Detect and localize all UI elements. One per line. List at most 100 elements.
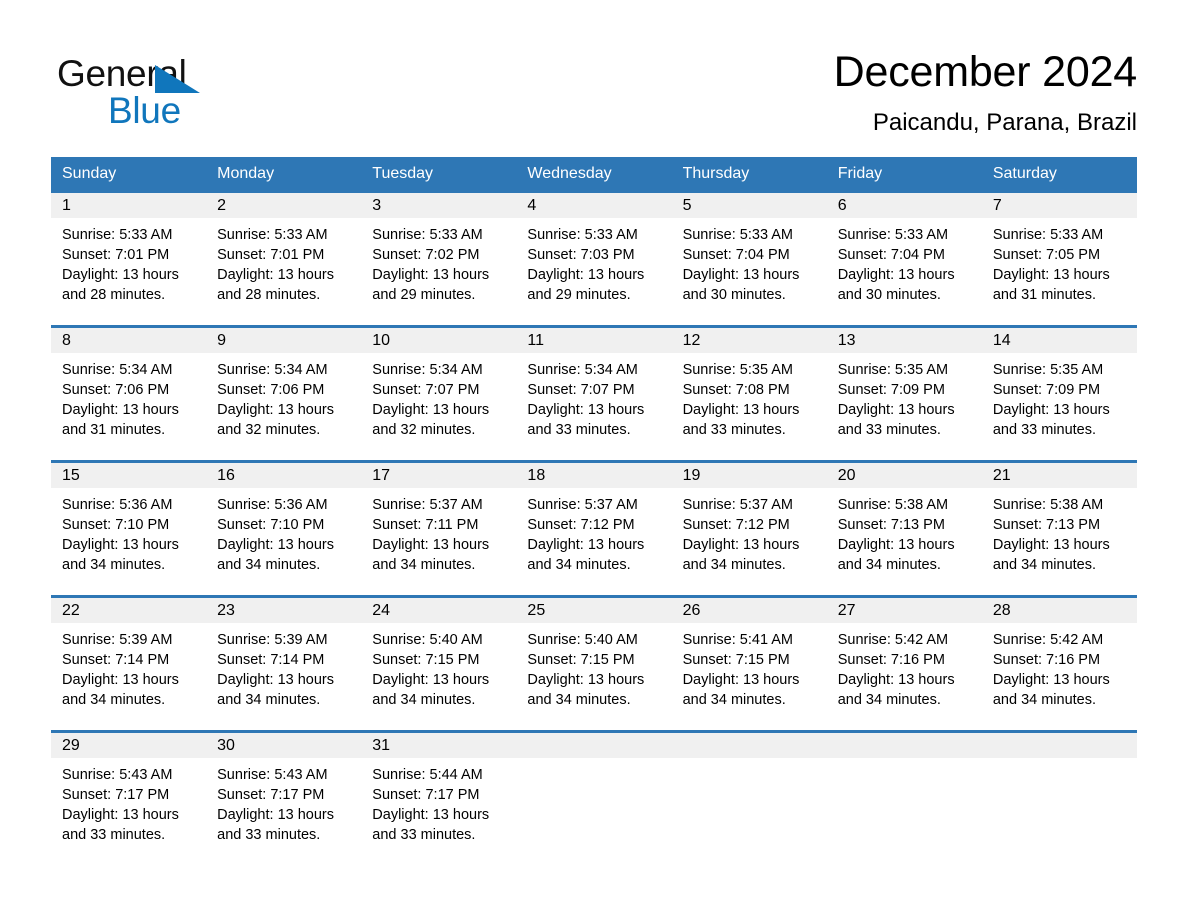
daylight-text-line1: Daylight: 13 hours — [217, 537, 335, 553]
sunrise-text: Sunrise: 5:37 AM — [527, 497, 638, 513]
day-number: 6 — [826, 193, 982, 218]
day-cell[interactable]: 19 Sunrise: 5:37 AM Sunset: 7:12 PM Dayl… — [671, 463, 827, 595]
day-cell[interactable]: 24 Sunrise: 5:40 AM Sunset: 7:15 PM Dayl… — [361, 598, 517, 730]
daylight-text-line2: and 34 minutes. — [837, 557, 941, 573]
sunset-text: Sunset: 7:13 PM — [992, 517, 1101, 533]
day-cell[interactable]: 1 Sunrise: 5:33 AM Sunset: 7:01 PM Dayli… — [51, 193, 207, 325]
sunset-text: Sunset: 7:12 PM — [682, 517, 790, 533]
day-cell[interactable]: 17 Sunrise: 5:37 AM Sunset: 7:11 PM Dayl… — [361, 463, 517, 595]
day-number: 10 — [361, 328, 517, 353]
daylight-text-line1: Daylight: 13 hours — [527, 402, 645, 418]
day-details: Sunrise: 5:43 AM Sunset: 7:17 PM Dayligh… — [206, 758, 361, 845]
day-details: Sunrise: 5:34 AM Sunset: 7:07 PM Dayligh… — [361, 353, 516, 440]
day-cell[interactable]: 23 Sunrise: 5:39 AM Sunset: 7:14 PM Dayl… — [206, 598, 362, 730]
sunset-text: Sunset: 7:08 PM — [682, 382, 790, 398]
logo-triangle-icon — [155, 65, 200, 93]
daylight-text-line2: and 28 minutes. — [217, 287, 321, 303]
general-blue-logo: General Blue — [57, 54, 257, 131]
sunset-text: Sunset: 7:05 PM — [992, 247, 1101, 263]
day-details: Sunrise: 5:35 AM Sunset: 7:09 PM Dayligh… — [982, 353, 1137, 440]
day-cell[interactable]: 27 Sunrise: 5:42 AM Sunset: 7:16 PM Dayl… — [826, 598, 982, 730]
day-cell[interactable]: 29 Sunrise: 5:43 AM Sunset: 7:17 PM Dayl… — [51, 733, 207, 865]
day-details: Sunrise: 5:41 AM Sunset: 7:15 PM Dayligh… — [672, 623, 827, 710]
day-details: Sunrise: 5:33 AM Sunset: 7:02 PM Dayligh… — [361, 218, 516, 305]
daylight-text-line1: Daylight: 13 hours — [527, 672, 645, 688]
day-cell[interactable]: 12 Sunrise: 5:35 AM Sunset: 7:08 PM Dayl… — [671, 328, 827, 460]
daylight-text-line1: Daylight: 13 hours — [837, 267, 955, 283]
day-number: 19 — [671, 463, 827, 488]
day-cell[interactable]: 10 Sunrise: 5:34 AM Sunset: 7:07 PM Dayl… — [361, 328, 517, 460]
day-number: 26 — [671, 598, 827, 623]
day-cell[interactable]: 5 Sunrise: 5:33 AM Sunset: 7:04 PM Dayli… — [671, 193, 827, 325]
day-number: 7 — [981, 193, 1137, 218]
day-details: Sunrise: 5:34 AM Sunset: 7:06 PM Dayligh… — [51, 353, 206, 440]
day-details: Sunrise: 5:38 AM Sunset: 7:13 PM Dayligh… — [982, 488, 1137, 575]
sunrise-text: Sunrise: 5:33 AM — [372, 227, 483, 243]
day-details: Sunrise: 5:42 AM Sunset: 7:16 PM Dayligh… — [982, 623, 1137, 710]
sunset-text: Sunset: 7:03 PM — [527, 247, 635, 263]
day-number: 15 — [51, 463, 207, 488]
day-details: Sunrise: 5:38 AM Sunset: 7:13 PM Dayligh… — [827, 488, 982, 575]
day-cell[interactable]: 26 Sunrise: 5:41 AM Sunset: 7:15 PM Dayl… — [671, 598, 827, 730]
weekday-wednesday: Wednesday — [527, 165, 612, 182]
sunset-text: Sunset: 7:01 PM — [217, 247, 325, 263]
day-cell[interactable]: 18 Sunrise: 5:37 AM Sunset: 7:12 PM Dayl… — [516, 463, 672, 595]
day-cell[interactable]: 2 Sunrise: 5:33 AM Sunset: 7:01 PM Dayli… — [206, 193, 362, 325]
daylight-text-line1: Daylight: 13 hours — [837, 537, 955, 553]
day-details: Sunrise: 5:35 AM Sunset: 7:09 PM Dayligh… — [827, 353, 982, 440]
day-number: 5 — [671, 193, 827, 218]
week-row: 15 Sunrise: 5:36 AM Sunset: 7:10 PM Dayl… — [51, 460, 1137, 595]
day-cell[interactable]: 8 Sunrise: 5:34 AM Sunset: 7:06 PM Dayli… — [51, 328, 207, 460]
day-number: 23 — [206, 598, 362, 623]
day-cell[interactable]: 22 Sunrise: 5:39 AM Sunset: 7:14 PM Dayl… — [51, 598, 207, 730]
day-details: Sunrise: 5:42 AM Sunset: 7:16 PM Dayligh… — [827, 623, 982, 710]
day-details: Sunrise: 5:34 AM Sunset: 7:07 PM Dayligh… — [516, 353, 671, 440]
day-number: 17 — [361, 463, 517, 488]
sunset-text: Sunset: 7:06 PM — [62, 382, 170, 398]
daylight-text-line1: Daylight: 13 hours — [372, 402, 490, 418]
sunset-text: Sunset: 7:15 PM — [372, 652, 480, 668]
day-number — [826, 733, 982, 758]
day-cell[interactable]: 4 Sunrise: 5:33 AM Sunset: 7:03 PM Dayli… — [516, 193, 672, 325]
day-details: Sunrise: 5:33 AM Sunset: 7:05 PM Dayligh… — [982, 218, 1137, 305]
day-cell[interactable]: 7 Sunrise: 5:33 AM Sunset: 7:05 PM Dayli… — [981, 193, 1137, 325]
sunrise-text: Sunrise: 5:33 AM — [217, 227, 328, 243]
daylight-text-line1: Daylight: 13 hours — [62, 267, 179, 283]
daylight-text-line2: and 31 minutes. — [992, 287, 1097, 303]
sunset-text: Sunset: 7:04 PM — [837, 247, 945, 263]
sunset-text: Sunset: 7:07 PM — [527, 382, 635, 398]
sunset-text: Sunset: 7:02 PM — [372, 247, 480, 263]
daylight-text-line2: and 34 minutes. — [527, 557, 631, 573]
day-details: Sunrise: 5:40 AM Sunset: 7:15 PM Dayligh… — [516, 623, 671, 710]
daylight-text-line2: and 33 minutes. — [62, 827, 166, 843]
day-cell[interactable]: 13 Sunrise: 5:35 AM Sunset: 7:09 PM Dayl… — [826, 328, 982, 460]
day-cell[interactable]: 25 Sunrise: 5:40 AM Sunset: 7:15 PM Dayl… — [516, 598, 672, 730]
day-cell[interactable]: 31 Sunrise: 5:44 AM Sunset: 7:17 PM Dayl… — [361, 733, 517, 865]
week-row: 29 Sunrise: 5:43 AM Sunset: 7:17 PM Dayl… — [51, 730, 1137, 865]
day-number: 2 — [206, 193, 362, 218]
day-cell[interactable]: 21 Sunrise: 5:38 AM Sunset: 7:13 PM Dayl… — [981, 463, 1137, 595]
day-cell[interactable]: 30 Sunrise: 5:43 AM Sunset: 7:17 PM Dayl… — [206, 733, 362, 865]
weekday-thursday: Thursday — [682, 165, 750, 182]
sunrise-text: Sunrise: 5:43 AM — [217, 767, 328, 783]
sunrise-text: Sunrise: 5:34 AM — [372, 362, 483, 378]
day-cell[interactable]: 28 Sunrise: 5:42 AM Sunset: 7:16 PM Dayl… — [981, 598, 1137, 730]
day-cell[interactable]: 11 Sunrise: 5:34 AM Sunset: 7:07 PM Dayl… — [516, 328, 672, 460]
day-cell[interactable]: 14 Sunrise: 5:35 AM Sunset: 7:09 PM Dayl… — [981, 328, 1137, 460]
sunrise-text: Sunrise: 5:33 AM — [62, 227, 173, 243]
calendar-page: General Blue December 2024 Paicandu, Par… — [0, 0, 1188, 918]
daylight-text-line1: Daylight: 13 hours — [372, 267, 490, 283]
daylight-text-line1: Daylight: 13 hours — [837, 402, 955, 418]
day-cell[interactable]: 6 Sunrise: 5:33 AM Sunset: 7:04 PM Dayli… — [826, 193, 982, 325]
day-cell[interactable]: 16 Sunrise: 5:36 AM Sunset: 7:10 PM Dayl… — [206, 463, 362, 595]
day-cell[interactable]: 20 Sunrise: 5:38 AM Sunset: 7:13 PM Dayl… — [826, 463, 982, 595]
day-number: 13 — [826, 328, 982, 353]
day-cell[interactable]: 15 Sunrise: 5:36 AM Sunset: 7:10 PM Dayl… — [51, 463, 207, 595]
sunset-text: Sunset: 7:10 PM — [62, 517, 170, 533]
daylight-text-line1: Daylight: 13 hours — [992, 537, 1110, 553]
sunset-text: Sunset: 7:07 PM — [372, 382, 480, 398]
daylight-text-line1: Daylight: 13 hours — [372, 807, 490, 823]
daylight-text-line2: and 30 minutes. — [682, 287, 786, 303]
day-cell[interactable]: 9 Sunrise: 5:34 AM Sunset: 7:06 PM Dayli… — [206, 328, 362, 460]
day-cell[interactable]: 3 Sunrise: 5:33 AM Sunset: 7:02 PM Dayli… — [361, 193, 517, 325]
